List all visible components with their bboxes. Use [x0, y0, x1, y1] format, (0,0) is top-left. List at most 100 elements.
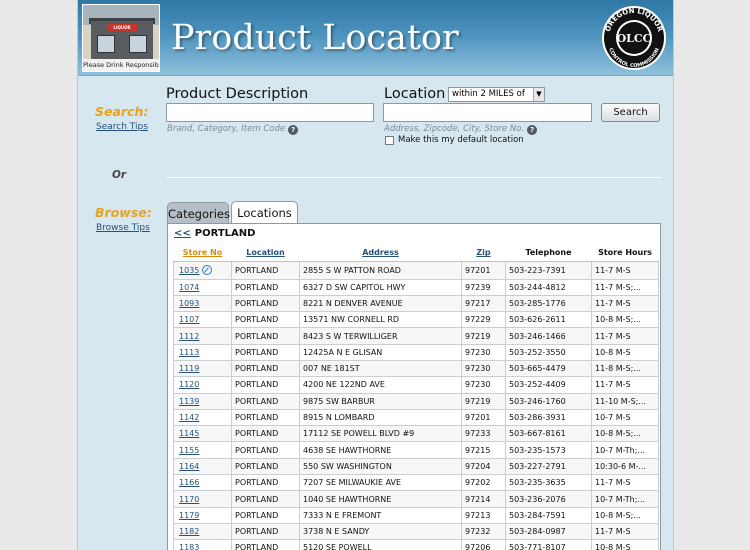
store-hours-cell: 10-8 M-S;...: [591, 311, 659, 329]
table-row: 1107 PORTLAND 13571 NW CORNELL RD 97229 503-…: [173, 311, 659, 329]
store-city-cell: PORTLAND: [231, 523, 300, 541]
store-address-cell: 4638 SE HAWTHORNE: [299, 441, 462, 459]
chevron-down-icon: ▼: [533, 88, 544, 101]
store-zip-cell: 97219: [461, 327, 506, 345]
store-phone-cell: 503-235-1573: [505, 441, 592, 459]
store-number-link[interactable]: 1120: [173, 376, 232, 394]
olcc-seal-logo: OREGON LIQUOR CONTROL COMMISSION OLCC: [602, 6, 666, 70]
column-header-zip[interactable]: Zip: [461, 245, 506, 262]
seal-center-text: OLCC: [617, 32, 652, 45]
table-row: 1113 PORTLAND 12425A N E GLISAN 97230 503-25…: [173, 344, 659, 361]
distance-select-value: within 2 MILES of: [452, 89, 525, 99]
location-help-icon[interactable]: ?: [527, 125, 538, 135]
product-description-input[interactable]: [166, 103, 374, 122]
store-number-link[interactable]: 1183: [173, 539, 232, 550]
table-row: 1164 PORTLAND 550 SW WASHINGTON 97204 503-22…: [173, 458, 659, 476]
default-location-label: Make this my default location: [398, 135, 524, 145]
table-row: 1170 PORTLAND 1040 SE HAWTHORNE 97214 503-23…: [173, 490, 659, 508]
store-address-cell: 550 SW WASHINGTON: [299, 458, 462, 476]
store-city-cell: PORTLAND: [231, 360, 300, 378]
default-location-checkbox[interactable]: [385, 136, 394, 145]
store-hours-cell: 10-8 M-S;...: [591, 507, 659, 524]
store-hours-cell: 11-10 M-S;...: [591, 393, 659, 410]
breadcrumb: << PORTLAND: [174, 228, 255, 239]
store-city-cell: PORTLAND: [231, 474, 300, 492]
store-hours-cell: 10-7 M-S: [591, 409, 659, 427]
distance-select[interactable]: within 2 MILES of ▼: [448, 87, 545, 102]
store-photo-logo: LIQUOR Please Drink Responsibly: [82, 4, 160, 72]
store-number-link[interactable]: 1166: [173, 474, 232, 492]
store-address-cell: 13571 NW CORNELL RD: [299, 311, 462, 329]
store-number-link[interactable]: 1093: [173, 295, 232, 313]
store-city-cell: PORTLAND: [231, 261, 300, 280]
store-zip-cell: 97206: [461, 539, 506, 550]
page-frame: LIQUOR Please Drink Responsibly Product …: [77, 0, 674, 550]
tab-categories[interactable]: Categories: [167, 202, 230, 224]
store-number-link[interactable]: 1107: [173, 311, 232, 329]
store-zip-cell: 97229: [461, 311, 506, 329]
page-title: Product Locator: [171, 18, 459, 58]
store-number-link[interactable]: 1119: [173, 360, 232, 378]
store-number-link[interactable]: 1113: [173, 344, 232, 361]
store-zip-cell: 97214: [461, 490, 506, 508]
store-address-cell: 007 NE 181ST: [299, 360, 462, 378]
store-address-cell: 8423 S W TERWILLIGER: [299, 327, 462, 345]
browse-tips-link[interactable]: Browse Tips: [96, 223, 150, 233]
header-banner: LIQUOR Please Drink Responsibly Product …: [78, 0, 673, 76]
store-address-cell: 1040 SE HAWTHORNE: [299, 490, 462, 508]
store-number-link[interactable]: 1139: [173, 393, 232, 410]
breadcrumb-back-link[interactable]: <<: [174, 228, 191, 239]
store-number-link[interactable]: 1035: [173, 261, 232, 280]
store-number-link[interactable]: 1164: [173, 458, 232, 476]
store-phone-cell: 503-244-4812: [505, 279, 592, 296]
store-number-link[interactable]: 1145: [173, 425, 232, 443]
store-phone-cell: 503-286-3931: [505, 409, 592, 427]
store-number-link[interactable]: 1170: [173, 490, 232, 508]
tab-locations[interactable]: Locations: [231, 201, 298, 225]
store-address-cell: 8221 N DENVER AVENUE: [299, 295, 462, 313]
store-number-link[interactable]: 1179: [173, 507, 232, 524]
store-phone-cell: 503-284-7591: [505, 507, 592, 524]
store-address-cell: 17112 SE POWELL BLVD #9: [299, 425, 462, 443]
store-number-link[interactable]: 1182: [173, 523, 232, 541]
store-city-cell: PORTLAND: [231, 279, 300, 296]
store-number-link[interactable]: 1142: [173, 409, 232, 427]
store-hours-cell: 10-7 M-Th;...: [591, 441, 659, 459]
table-header-row: Store No Location Address Zip Telephone …: [173, 245, 659, 262]
column-header-location[interactable]: Location: [231, 245, 300, 262]
column-header-address[interactable]: Address: [299, 245, 462, 262]
store-number-link[interactable]: 1074: [173, 279, 232, 296]
store-phone-cell: 503-285-1776: [505, 295, 592, 313]
table-row: 1182 PORTLAND 3738 N E SANDY 97232 503-284-0…: [173, 523, 659, 541]
store-zip-cell: 97219: [461, 393, 506, 410]
product-hint: Brand, Category, Item Code?: [167, 124, 299, 135]
store-city-cell: PORTLAND: [231, 376, 300, 394]
store-phone-cell: 503-246-1760: [505, 393, 592, 410]
store-number-link[interactable]: 1155: [173, 441, 232, 459]
store-zip-cell: 97230: [461, 344, 506, 361]
store-phone-cell: 503-284-0987: [505, 523, 592, 541]
store-phone-cell: 503-235-3635: [505, 474, 592, 492]
store-hours-cell: 11-7 M-S;...: [591, 279, 659, 296]
store-address-cell: 9875 SW BARBUR: [299, 393, 462, 410]
location-hint: Address, Zipcode, City, Store No.?: [384, 124, 538, 135]
store-number-link[interactable]: 1112: [173, 327, 232, 345]
store-phone-cell: 503-252-3550: [505, 344, 592, 361]
store-city-cell: PORTLAND: [231, 409, 300, 427]
store-zip-cell: 97217: [461, 295, 506, 313]
store-hours-cell: 11-7 M-S: [591, 261, 659, 280]
product-help-icon[interactable]: ?: [288, 125, 299, 135]
search-circle-icon[interactable]: [202, 265, 213, 275]
column-header-store-hours: Store Hours: [591, 245, 659, 262]
search-button[interactable]: Search: [601, 103, 660, 122]
section-divider: [167, 177, 661, 178]
search-tips-link[interactable]: Search Tips: [96, 122, 148, 132]
store-zip-cell: 97230: [461, 376, 506, 394]
store-hours-cell: 10-8 M-S: [591, 344, 659, 361]
store-zip-cell: 97204: [461, 458, 506, 476]
store-address-cell: 4200 NE 122ND AVE: [299, 376, 462, 394]
location-input[interactable]: [383, 103, 592, 122]
column-header-store-no[interactable]: Store No: [173, 245, 232, 262]
store-logo-caption: Please Drink Responsibly: [83, 59, 160, 71]
store-phone-cell: 503-665-4479: [505, 360, 592, 378]
